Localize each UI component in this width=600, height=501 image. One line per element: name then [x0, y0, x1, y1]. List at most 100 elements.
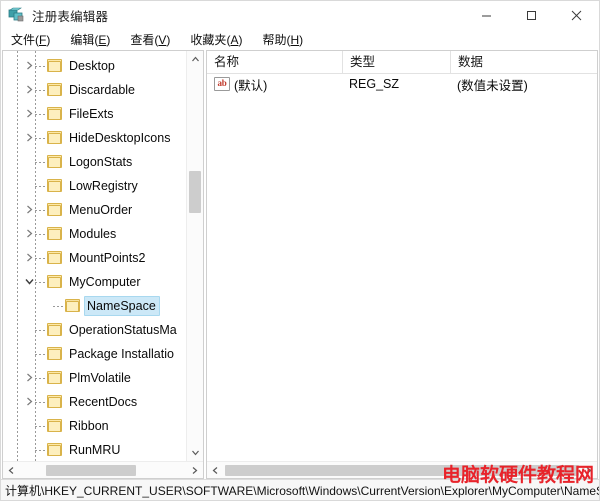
menu-edit[interactable]: 编辑(E) — [67, 31, 118, 50]
tree-connector — [35, 210, 47, 211]
scroll-down-icon[interactable] — [187, 444, 203, 461]
tree-connector — [35, 90, 47, 91]
value-name: (默认) — [234, 78, 268, 93]
chevron-right-icon[interactable] — [24, 396, 35, 407]
tree-connector — [35, 402, 47, 403]
listview-header: 名称 类型 数据 — [207, 51, 597, 74]
folder-icon — [47, 155, 63, 169]
tree-scroll-thumb[interactable] — [189, 171, 201, 213]
folder-icon — [47, 203, 63, 217]
value-type: REG_SZ — [349, 77, 400, 91]
folder-icon — [47, 179, 63, 193]
maximize-button[interactable] — [509, 1, 554, 30]
value-name-cell: ab (默认) — [207, 75, 342, 94]
tree-item-label: Discardable — [69, 83, 136, 97]
column-header-name[interactable]: 名称 — [207, 51, 342, 73]
menu-help-label: 帮助 — [262, 33, 287, 47]
tree-connector — [35, 378, 47, 379]
folder-icon — [47, 59, 63, 73]
chevron-down-icon[interactable] — [24, 276, 35, 287]
tree-item-lowregistry[interactable]: LowRegistry — [3, 174, 186, 198]
tree-item-ribbon[interactable]: Ribbon — [3, 414, 186, 438]
registry-editor-window: 注册表编辑器 文件(F) 编辑(E) 查看(V) 收藏夹(A) 帮助(H) De… — [0, 0, 600, 501]
tree-item-recentdocs[interactable]: RecentDocs — [3, 390, 186, 414]
scroll-up-icon[interactable] — [187, 51, 203, 68]
tree-item-label: MyComputer — [69, 275, 141, 289]
menu-bar: 文件(F) 编辑(E) 查看(V) 收藏夹(A) 帮助(H) — [1, 31, 599, 50]
tree-item-label: RecentDocs — [69, 395, 138, 409]
menu-edit-accel: E — [98, 33, 107, 47]
window-controls — [464, 1, 599, 30]
tree-vertical-scrollbar[interactable] — [186, 51, 203, 461]
chevron-right-icon[interactable] — [24, 132, 35, 143]
tree-item-mycomputer[interactable]: MyComputer — [3, 270, 186, 294]
list-scroll-left-icon[interactable] — [207, 462, 224, 479]
tree-item-label: RunMRU — [69, 443, 121, 457]
menu-view-accel: V — [158, 33, 167, 47]
column-header-type[interactable]: 类型 — [342, 51, 450, 73]
folder-icon — [47, 131, 63, 145]
menu-edit-label: 编辑 — [70, 33, 95, 47]
folder-icon — [47, 107, 63, 121]
tree-horizontal-scrollbar[interactable] — [3, 461, 203, 478]
tree-item-logonstats[interactable]: LogonStats — [3, 150, 186, 174]
registry-tree-pane: Desktop Discardable FileExts HideDesktopIco… — [2, 50, 204, 479]
chevron-right-icon[interactable] — [24, 84, 35, 95]
minimize-button[interactable] — [464, 1, 509, 30]
column-header-data[interactable]: 数据 — [450, 51, 597, 73]
tree-item-package-installatio[interactable]: Package Installatio — [3, 342, 186, 366]
tree-item-runmru[interactable]: RunMRU — [3, 438, 186, 461]
scroll-left-icon[interactable] — [3, 462, 20, 479]
tree-item-plmvolatile[interactable]: PlmVolatile — [3, 366, 186, 390]
value-row[interactable]: ab (默认) REG_SZ (数值未设置) — [207, 73, 597, 95]
scroll-right-icon[interactable] — [186, 462, 203, 479]
folder-icon — [47, 371, 63, 385]
tree-item-menuorder[interactable]: MenuOrder — [3, 198, 186, 222]
list-scroll-right-icon[interactable] — [580, 462, 597, 479]
tree-item-desktop[interactable]: Desktop — [3, 54, 186, 78]
chevron-right-icon[interactable] — [24, 372, 35, 383]
tree-item-modules[interactable]: Modules — [3, 222, 186, 246]
tree-item-operationstatusma[interactable]: OperationStatusMa — [3, 318, 186, 342]
tree-item-namespace[interactable]: NameSpace — [3, 294, 186, 318]
close-button[interactable] — [554, 1, 599, 30]
chevron-right-icon[interactable] — [24, 228, 35, 239]
tree-item-label: MenuOrder — [69, 203, 133, 217]
tree-connector — [35, 330, 47, 331]
list-horizontal-scrollbar[interactable] — [207, 461, 597, 478]
title-bar: 注册表编辑器 — [1, 1, 599, 31]
string-value-icon: ab — [214, 77, 230, 91]
tree-connector — [35, 114, 47, 115]
registry-values-pane: 名称 类型 数据 ab (默认) REG_SZ (数值未设置) — [206, 50, 598, 479]
chevron-right-icon[interactable] — [24, 252, 35, 263]
chevron-right-icon[interactable] — [24, 60, 35, 71]
tree-connector — [35, 354, 47, 355]
folder-icon — [47, 275, 63, 289]
list-hscroll-thumb[interactable] — [225, 465, 579, 476]
menu-favorites-accel: A — [230, 33, 239, 47]
tree-item-fileexts[interactable]: FileExts — [3, 102, 186, 126]
menu-file-accel: F — [39, 33, 47, 47]
folder-icon — [47, 395, 63, 409]
listview-viewport: 名称 类型 数据 ab (默认) REG_SZ (数值未设置) — [207, 51, 597, 461]
menu-help[interactable]: 帮助(H) — [259, 31, 311, 50]
tree-connector — [35, 282, 47, 283]
chevron-right-icon[interactable] — [24, 204, 35, 215]
listview-rows: ab (默认) REG_SZ (数值未设置) — [207, 73, 597, 461]
tree-item-discardable[interactable]: Discardable — [3, 78, 186, 102]
status-path: 计算机\HKEY_CURRENT_USER\SOFTWARE\Microsoft… — [5, 483, 599, 498]
folder-icon — [47, 347, 63, 361]
chevron-right-icon[interactable] — [24, 108, 35, 119]
menu-favorites[interactable]: 收藏夹(A) — [187, 31, 250, 50]
tree-item-mountpoints2[interactable]: MountPoints2 — [3, 246, 186, 270]
tree-item-label: Package Installatio — [69, 347, 174, 361]
tree-item-label: FileExts — [69, 107, 114, 121]
tree-hscroll-thumb[interactable] — [46, 465, 136, 476]
folder-icon — [47, 419, 63, 433]
tree-item-hidedesktopicons[interactable]: HideDesktopIcons — [3, 126, 186, 150]
registry-editor-icon — [8, 7, 25, 24]
menu-file[interactable]: 文件(F) — [8, 31, 58, 50]
folder-icon — [65, 299, 81, 313]
folder-icon — [47, 323, 63, 337]
menu-view[interactable]: 查看(V) — [127, 31, 178, 50]
